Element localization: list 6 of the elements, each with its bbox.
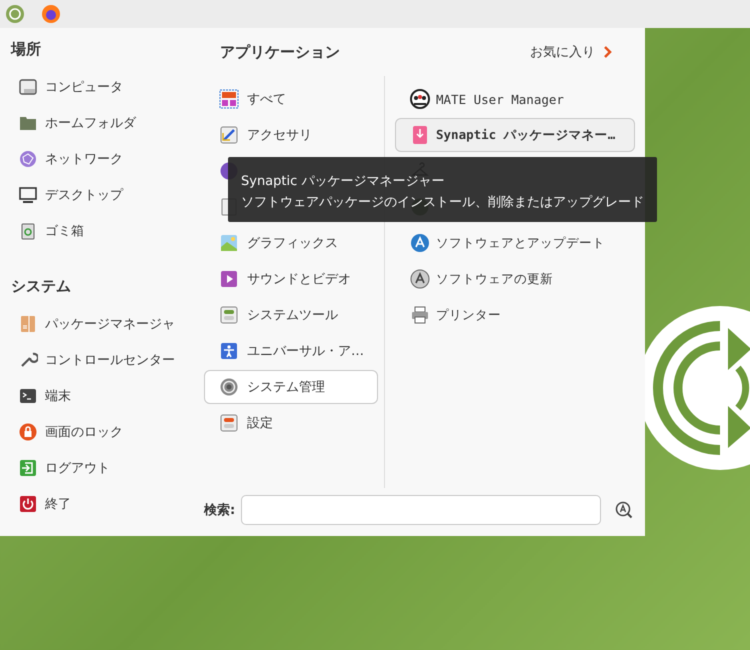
search-label: 検索:	[204, 502, 236, 519]
section-title: アプリケーション	[220, 42, 340, 62]
section-title: システム	[11, 277, 72, 296]
tooltip-title: Synaptic パッケージマネージャー	[241, 173, 444, 191]
section-title: 場所	[11, 40, 42, 59]
tooltip-description: ソフトウェアパッケージのインストール、削除またはアップグレード	[241, 194, 644, 212]
